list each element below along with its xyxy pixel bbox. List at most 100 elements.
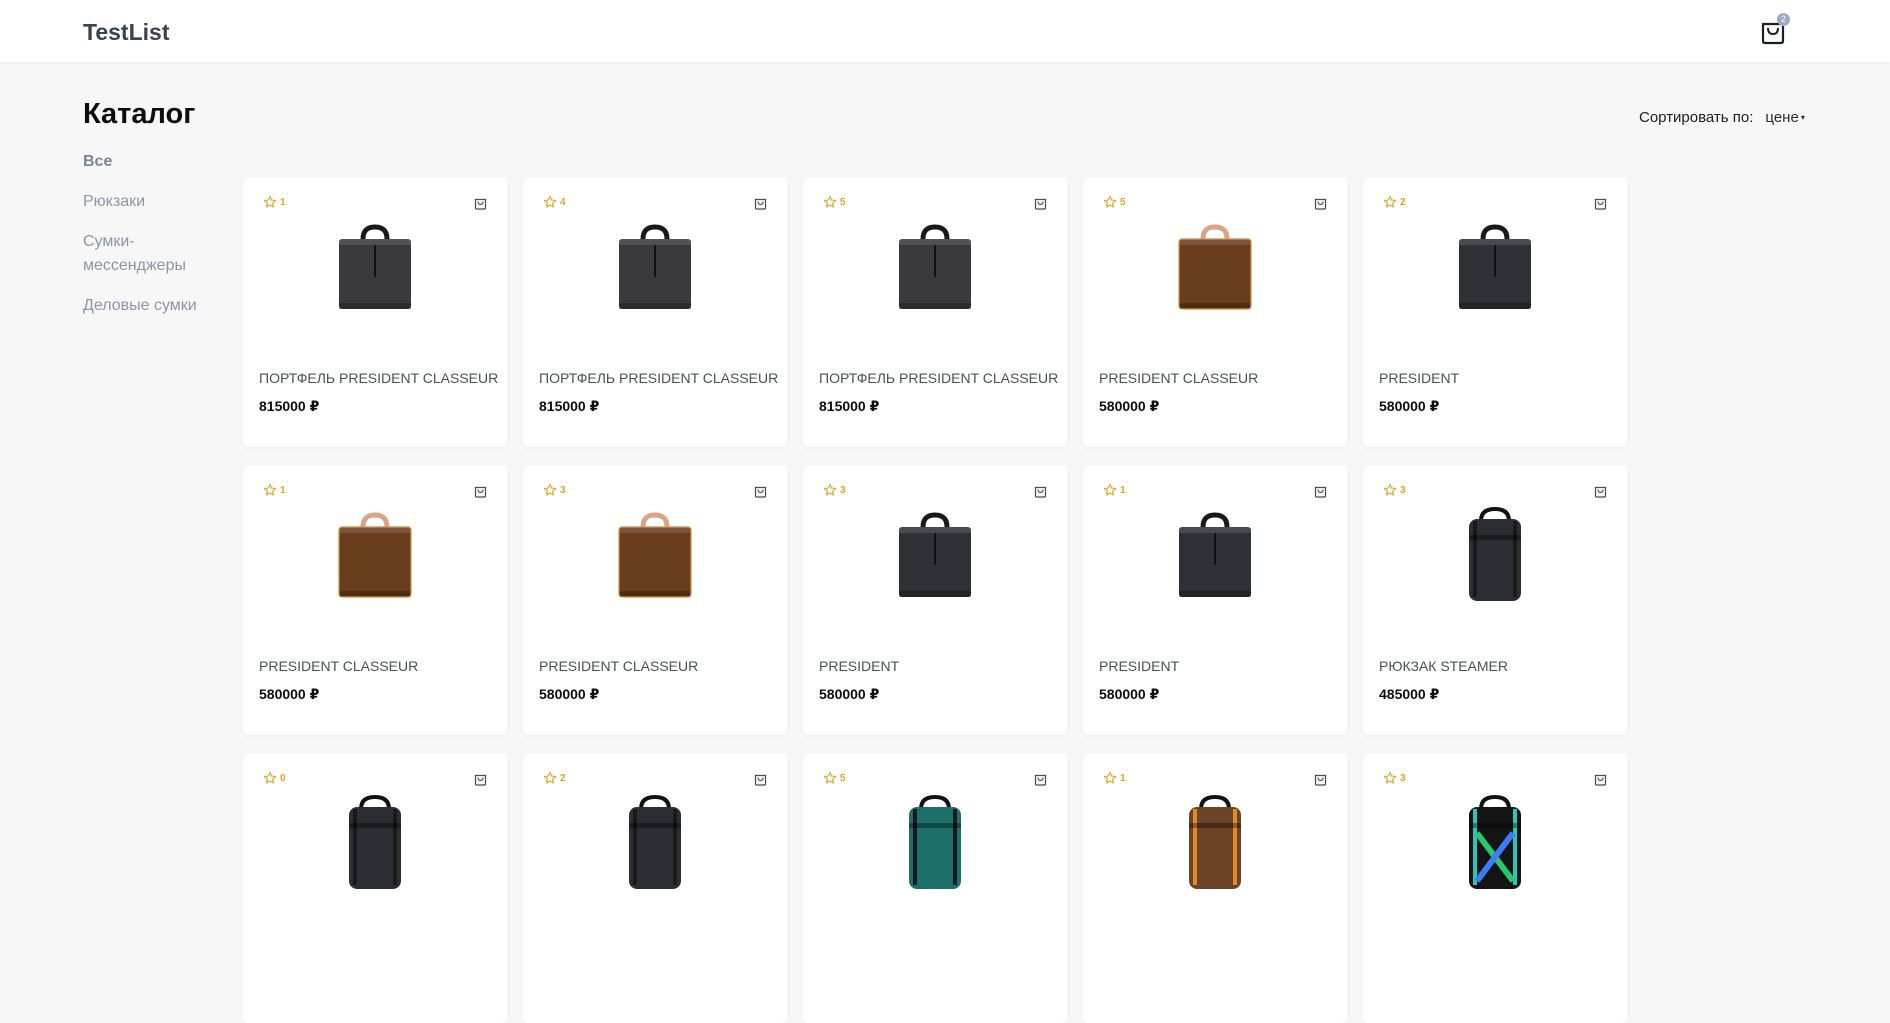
sort-select[interactable]: цене ▾ (1765, 109, 1804, 126)
product-price: 815000 ₽ (539, 398, 600, 414)
rating-value: 1 (280, 484, 286, 496)
product-price: 580000 ₽ (1099, 398, 1160, 414)
product-image[interactable] (1445, 505, 1545, 605)
shopping-bag-icon (1314, 486, 1327, 498)
rating: 1 (263, 483, 286, 497)
shopping-bag-icon (1594, 486, 1607, 498)
rating-value: 5 (840, 196, 846, 208)
rating-value: 3 (1400, 484, 1406, 496)
product-card[interactable]: 3 PRESIDENT 580000 ₽ (803, 465, 1067, 735)
category-messenger-bags[interactable]: Сумки-мессенджеры (83, 230, 203, 278)
shopping-bag-icon (754, 198, 767, 210)
rating: 3 (1383, 771, 1406, 785)
shopping-bag-icon (1314, 198, 1327, 210)
rating-value: 5 (840, 772, 846, 784)
star-icon (543, 771, 557, 784)
add-to-cart-button[interactable] (474, 196, 487, 210)
add-to-cart-button[interactable] (1594, 484, 1607, 498)
product-card[interactable]: 1 (1083, 753, 1347, 1023)
product-image[interactable] (325, 793, 425, 893)
add-to-cart-button[interactable] (1034, 196, 1047, 210)
product-image[interactable] (1165, 505, 1265, 605)
product-card[interactable]: 5 PRESIDENT CLASSEUR 580000 ₽ (1083, 177, 1347, 447)
product-name[interactable]: PRESIDENT CLASSEUR (539, 658, 698, 674)
product-card[interactable]: 5 (803, 753, 1067, 1023)
product-price: 580000 ₽ (1379, 398, 1440, 414)
product-name[interactable]: PRESIDENT (1379, 370, 1459, 386)
product-name[interactable]: PRESIDENT (819, 658, 899, 674)
cart-button[interactable]: 2 (1759, 13, 1790, 45)
product-card[interactable]: 0 (243, 753, 507, 1023)
add-to-cart-button[interactable] (1594, 196, 1607, 210)
product-price: 815000 ₽ (819, 398, 880, 414)
add-to-cart-button[interactable] (754, 772, 767, 786)
product-card[interactable]: 1 PRESIDENT 580000 ₽ (1083, 465, 1347, 735)
product-image[interactable] (605, 217, 705, 317)
rating-value: 2 (1400, 196, 1406, 208)
add-to-cart-button[interactable] (1314, 772, 1327, 786)
product-name[interactable]: PRESIDENT CLASSEUR (1099, 370, 1258, 386)
add-to-cart-button[interactable] (1314, 196, 1327, 210)
product-image[interactable] (885, 505, 985, 605)
rating: 4 (543, 195, 566, 209)
product-image[interactable] (325, 505, 425, 605)
star-icon (823, 483, 837, 496)
add-to-cart-button[interactable] (1034, 772, 1047, 786)
add-to-cart-button[interactable] (1594, 772, 1607, 786)
rating: 1 (1103, 483, 1126, 497)
rating: 0 (263, 771, 286, 785)
shopping-bag-icon (1034, 198, 1047, 210)
logo[interactable]: TestList (83, 19, 169, 46)
category-backpacks[interactable]: Рюкзаки (83, 190, 203, 214)
top-header: TestList 2 (0, 0, 1890, 62)
add-to-cart-button[interactable] (474, 772, 487, 786)
rating-value: 2 (560, 772, 566, 784)
shopping-bag-icon (754, 486, 767, 498)
add-to-cart-button[interactable] (754, 196, 767, 210)
rating: 2 (1383, 195, 1406, 209)
category-sidebar: Все Рюкзаки Сумки-мессенджеры Деловые су… (83, 150, 203, 334)
product-image[interactable] (885, 793, 985, 893)
rating-value: 5 (1120, 196, 1126, 208)
star-icon (823, 195, 837, 208)
product-card[interactable]: 1 ПОРТФЕЛЬ PRESIDENT CLASSEUR 815000 ₽ (243, 177, 507, 447)
product-name[interactable]: PRESIDENT CLASSEUR (259, 658, 418, 674)
product-card[interactable]: 1 PRESIDENT CLASSEUR 580000 ₽ (243, 465, 507, 735)
product-card[interactable]: 3 PRESIDENT CLASSEUR 580000 ₽ (523, 465, 787, 735)
product-card[interactable]: 4 ПОРТФЕЛЬ PRESIDENT CLASSEUR 815000 ₽ (523, 177, 787, 447)
rating-value: 3 (560, 484, 566, 496)
rating: 1 (263, 195, 286, 209)
product-card[interactable]: 2 (523, 753, 787, 1023)
add-to-cart-button[interactable] (1034, 484, 1047, 498)
product-image[interactable] (605, 793, 705, 893)
add-to-cart-button[interactable] (474, 484, 487, 498)
product-name[interactable]: PRESIDENT (1099, 658, 1179, 674)
shopping-bag-icon (1314, 774, 1327, 786)
product-card[interactable]: 5 ПОРТФЕЛЬ PRESIDENT CLASSEUR 815000 ₽ (803, 177, 1067, 447)
category-all[interactable]: Все (83, 150, 203, 174)
product-name[interactable]: ПОРТФЕЛЬ PRESIDENT CLASSEUR (819, 370, 1058, 386)
add-to-cart-button[interactable] (1314, 484, 1327, 498)
rating: 3 (543, 483, 566, 497)
product-image[interactable] (1165, 217, 1265, 317)
product-card[interactable]: 3 РЮКЗАК STEAMER 485000 ₽ (1363, 465, 1627, 735)
rating: 1 (1103, 771, 1126, 785)
star-icon (1103, 195, 1117, 208)
product-card[interactable]: 2 PRESIDENT 580000 ₽ (1363, 177, 1627, 447)
product-price: 580000 ₽ (819, 686, 880, 702)
star-icon (263, 771, 277, 784)
product-image[interactable] (605, 505, 705, 605)
product-image[interactable] (1165, 793, 1265, 893)
caret-down-icon: ▾ (1800, 113, 1805, 122)
product-name[interactable]: ПОРТФЕЛЬ PRESIDENT CLASSEUR (539, 370, 778, 386)
product-image[interactable] (885, 217, 985, 317)
category-business-bags[interactable]: Деловые сумки (83, 294, 203, 318)
product-image[interactable] (325, 217, 425, 317)
product-image[interactable] (1445, 217, 1545, 317)
product-card[interactable]: 3 (1363, 753, 1627, 1023)
sort-label: Сортировать по: (1639, 109, 1754, 126)
product-image[interactable] (1445, 793, 1545, 893)
add-to-cart-button[interactable] (754, 484, 767, 498)
product-name[interactable]: РЮКЗАК STEAMER (1379, 658, 1508, 674)
product-name[interactable]: ПОРТФЕЛЬ PRESIDENT CLASSEUR (259, 370, 498, 386)
